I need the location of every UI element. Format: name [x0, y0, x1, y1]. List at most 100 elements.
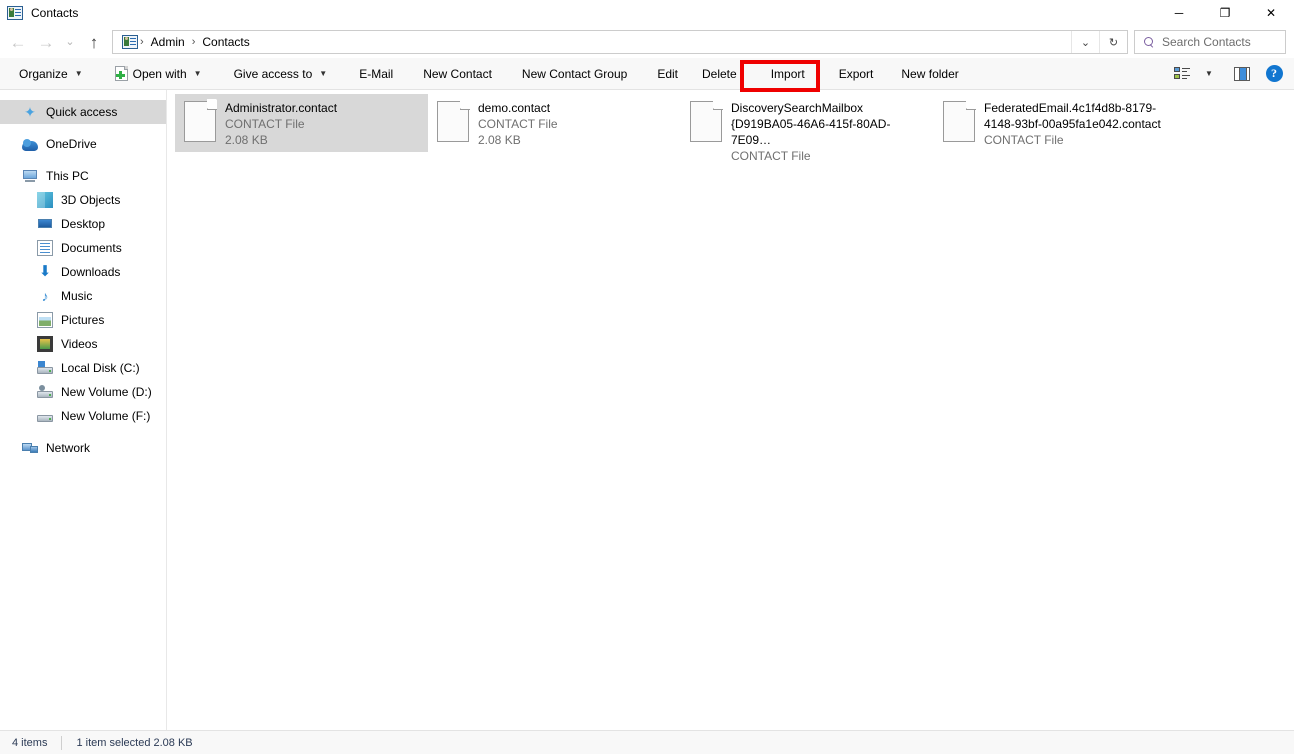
- email-label: E-Mail: [359, 66, 394, 81]
- view-options-dropdown[interactable]: ▼: [1196, 62, 1220, 86]
- file-name: FederatedEmail.4c1f4d8b-8179-4148-93bf-0…: [984, 101, 1161, 131]
- breadcrumb-item-contacts[interactable]: Contacts: [197, 31, 254, 53]
- sidebar-item-videos[interactable]: Videos: [0, 332, 166, 356]
- edit-button[interactable]: Edit: [648, 62, 687, 86]
- chevron-down-icon: ▼: [193, 68, 202, 78]
- status-selection-info: 1 item selected 2.08 KB: [76, 736, 193, 749]
- preview-pane-button[interactable]: [1230, 62, 1254, 86]
- chevron-down-icon: ▼: [74, 68, 83, 78]
- breadcrumb-separator: ›: [191, 36, 196, 48]
- export-label: Export: [838, 66, 874, 81]
- search-input[interactable]: Search Contacts: [1162, 35, 1251, 49]
- download-arrow-icon: ⬇: [38, 263, 52, 280]
- new-contact-group-button[interactable]: New Contact Group: [513, 62, 636, 86]
- open-with-label: Open with: [132, 66, 187, 81]
- help-button[interactable]: ?: [1262, 62, 1286, 86]
- picture-icon: [37, 312, 53, 328]
- file-item-discovery-search-mailbox[interactable]: DiscoverySearchMailbox {D919BA05-46A6-41…: [681, 94, 934, 163]
- sidebar-item-3d-objects[interactable]: 3D Objects: [0, 188, 166, 212]
- sidebar-item-label: New Volume (F:): [61, 409, 151, 423]
- open-with-button[interactable]: Open with ▼: [106, 62, 211, 86]
- open-with-icon: [114, 66, 128, 81]
- explorer-body: ✦ Quick access OneDrive This PC 3D Objec…: [0, 90, 1294, 730]
- email-button[interactable]: E-Mail: [350, 62, 402, 86]
- address-bar[interactable]: › Admin › Contacts ⌄ ↻: [112, 30, 1128, 54]
- cloud-icon: [22, 139, 38, 151]
- import-button[interactable]: Import: [762, 62, 814, 86]
- search-box[interactable]: Search Contacts: [1134, 30, 1286, 54]
- sidebar-item-onedrive[interactable]: OneDrive: [0, 132, 166, 156]
- search-icon: [1144, 36, 1155, 48]
- export-button[interactable]: Export: [830, 62, 883, 86]
- sidebar-item-label: Quick access: [46, 105, 118, 119]
- toolbar-right-group: ▼ ?: [1170, 62, 1286, 86]
- sidebar-item-label: Documents: [61, 241, 122, 255]
- organize-button[interactable]: Organize ▼: [10, 62, 92, 86]
- file-type: CONTACT File: [478, 117, 558, 131]
- file-type: CONTACT File: [225, 117, 305, 131]
- file-item-demo[interactable]: demo.contact CONTACT File 2.08 KB: [428, 94, 681, 152]
- maximize-button[interactable]: ❐: [1202, 0, 1248, 26]
- file-list-pane[interactable]: Administrator.contact CONTACT File 2.08 …: [167, 90, 1294, 730]
- new-folder-button[interactable]: New folder: [892, 62, 967, 86]
- delete-button[interactable]: Delete: [693, 62, 746, 86]
- file-meta: DiscoverySearchMailbox {D919BA05-46A6-41…: [731, 100, 928, 164]
- breadcrumb-contacts-icon[interactable]: [122, 35, 138, 49]
- nav-arrow-group: ← → ⌄ ↑: [4, 28, 108, 56]
- sidebar-item-label: Music: [61, 289, 93, 303]
- breadcrumb-item-admin[interactable]: Admin: [146, 31, 190, 53]
- sidebar-item-new-volume-f[interactable]: New Volume (F:): [0, 404, 166, 428]
- cube-icon: [37, 192, 53, 208]
- give-access-to-label: Give access to: [233, 66, 313, 81]
- sidebar-item-new-volume-d[interactable]: New Volume (D:): [0, 380, 166, 404]
- view-layout-icon: [1173, 66, 1191, 81]
- close-button[interactable]: ✕: [1248, 0, 1294, 26]
- contact-file-icon: [943, 99, 976, 142]
- star-icon: ✦: [24, 104, 36, 120]
- address-dropdown-icon[interactable]: ⌄: [1071, 31, 1099, 53]
- recent-locations-button[interactable]: ⌄: [60, 28, 80, 56]
- minimize-button[interactable]: ─: [1156, 0, 1202, 26]
- network-icon: [22, 440, 38, 456]
- sidebar-item-quick-access[interactable]: ✦ Quick access: [0, 100, 166, 124]
- sidebar-item-desktop[interactable]: Desktop: [0, 212, 166, 236]
- change-view-button[interactable]: [1170, 62, 1194, 86]
- navigation-bar: ← → ⌄ ↑ › Admin › Contacts ⌄ ↻ Search Co…: [0, 26, 1294, 58]
- file-explorer-window: Contacts ─ ❐ ✕ ← → ⌄ ↑ › Admin › Contact…: [0, 0, 1294, 754]
- forward-button[interactable]: →: [32, 28, 60, 56]
- sidebar-item-network[interactable]: Network: [0, 436, 166, 460]
- up-button[interactable]: ↑: [80, 28, 108, 56]
- file-item-federated-email[interactable]: FederatedEmail.4c1f4d8b-8179-4148-93bf-0…: [934, 94, 1187, 152]
- sidebar-item-this-pc[interactable]: This PC: [0, 164, 166, 188]
- sidebar-item-pictures[interactable]: Pictures: [0, 308, 166, 332]
- help-icon: ?: [1265, 65, 1283, 82]
- sidebar-item-downloads[interactable]: ⬇ Downloads: [0, 260, 166, 284]
- desktop-icon: [37, 216, 53, 232]
- sidebar-item-documents[interactable]: Documents: [0, 236, 166, 260]
- preview-pane-icon: [1234, 66, 1250, 81]
- sidebar-item-music[interactable]: ♪ Music: [0, 284, 166, 308]
- contact-file-icon: [184, 99, 217, 142]
- title-bar-left: Contacts: [0, 6, 78, 20]
- file-type: CONTACT File: [731, 149, 811, 163]
- new-folder-label: New folder: [901, 66, 959, 81]
- file-name: Administrator.contact: [225, 101, 338, 115]
- sidebar-item-label: Network: [46, 441, 91, 455]
- organize-label: Organize: [19, 66, 68, 81]
- sidebar-item-local-disk-c[interactable]: Local Disk (C:): [0, 356, 166, 380]
- status-item-count: 4 items: [12, 736, 48, 749]
- refresh-icon[interactable]: ↻: [1099, 31, 1127, 53]
- file-grid: Administrator.contact CONTACT File 2.08 …: [167, 90, 1294, 163]
- command-toolbar: Organize ▼ Open with ▼ Give access to ▼ …: [0, 58, 1294, 92]
- new-contact-group-label: New Contact Group: [521, 66, 628, 81]
- status-bar: 4 items 1 item selected 2.08 KB: [0, 730, 1294, 754]
- file-meta: FederatedEmail.4c1f4d8b-8179-4148-93bf-0…: [984, 100, 1181, 148]
- sidebar-item-label: Desktop: [61, 217, 106, 231]
- new-contact-button[interactable]: New Contact: [414, 62, 501, 86]
- file-item-administrator[interactable]: Administrator.contact CONTACT File 2.08 …: [175, 94, 428, 152]
- back-button[interactable]: ←: [4, 28, 32, 56]
- file-name: DiscoverySearchMailbox {D919BA05-46A6-41…: [731, 101, 891, 147]
- give-access-to-button[interactable]: Give access to ▼: [225, 62, 337, 86]
